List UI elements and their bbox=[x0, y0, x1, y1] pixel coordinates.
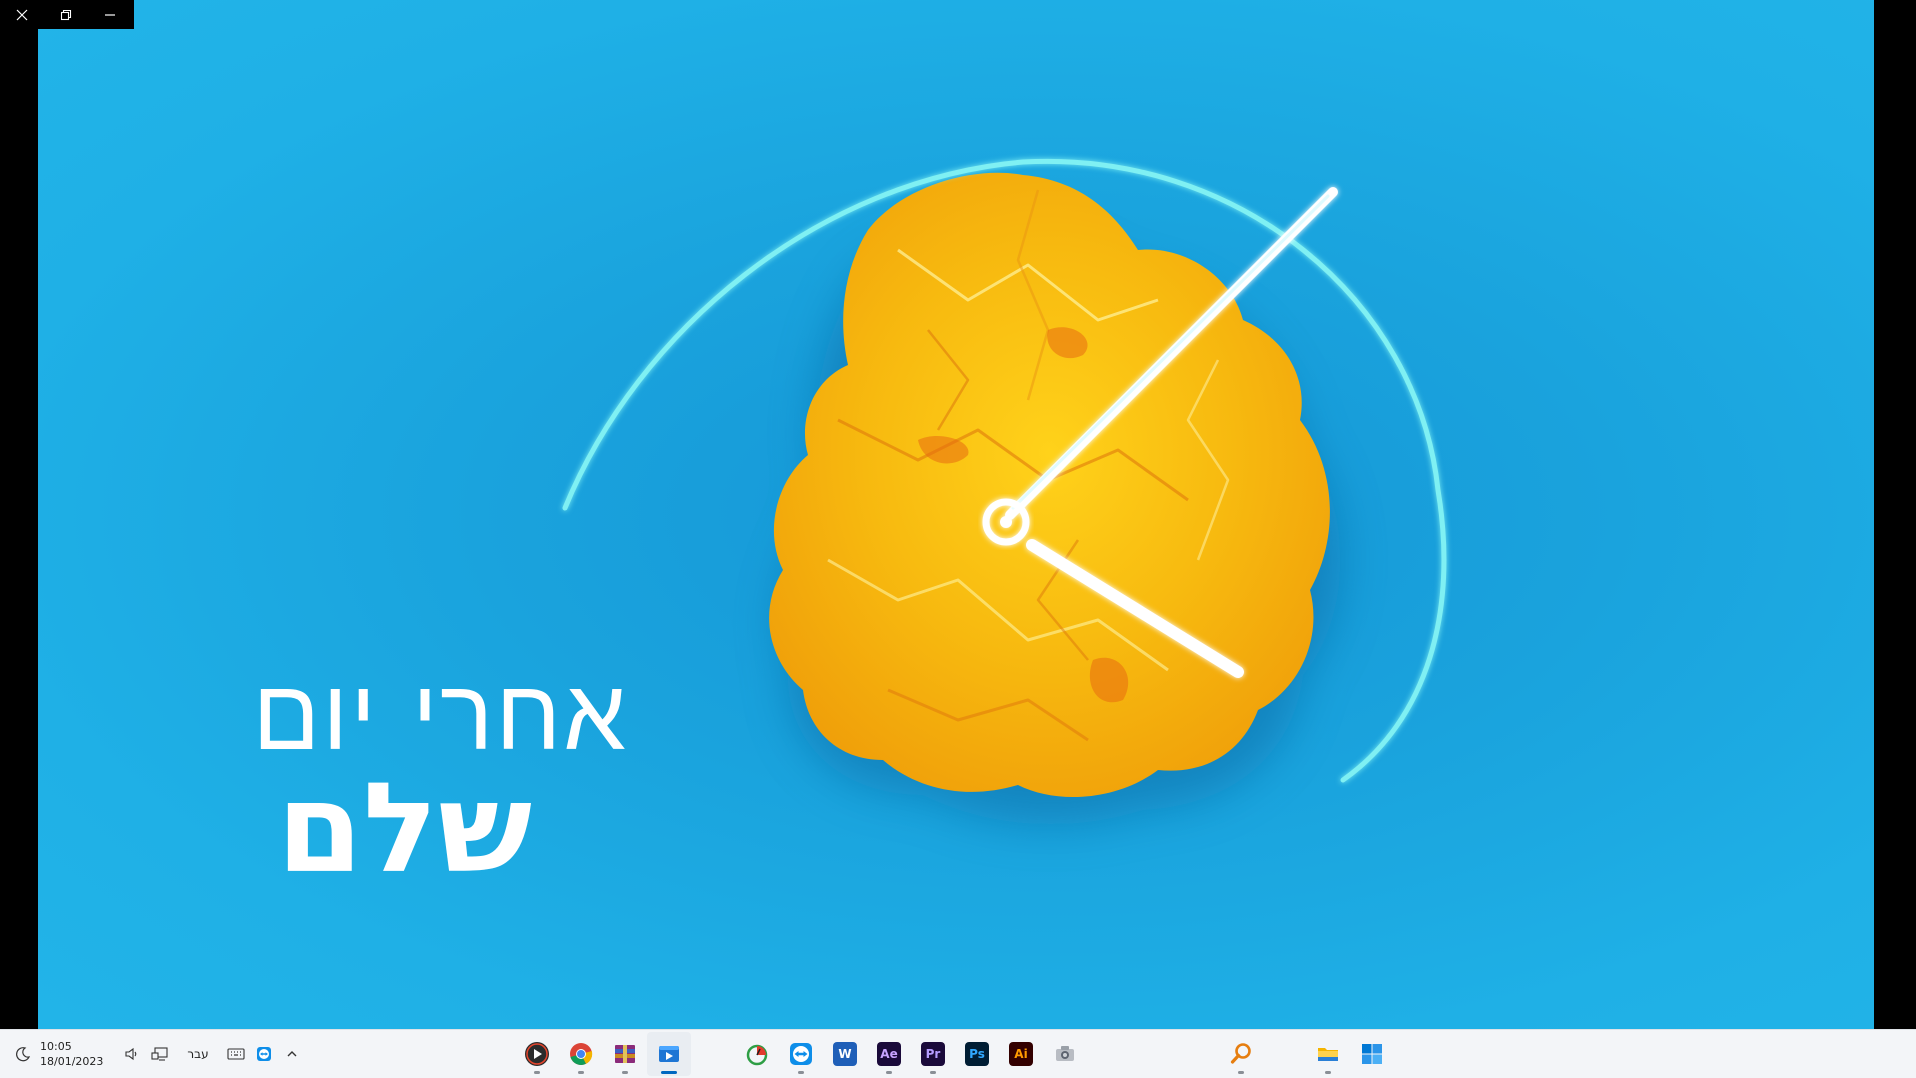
taskbar-app-file-explorer[interactable] bbox=[1306, 1032, 1350, 1076]
taskbar-apps-group-2: W Ae Pr Ps Ai bbox=[735, 1030, 1087, 1078]
teamviewer-tray-button[interactable] bbox=[251, 1041, 277, 1067]
volume-icon bbox=[125, 1047, 137, 1061]
media-player-icon bbox=[525, 1042, 549, 1066]
network-icon bbox=[151, 1047, 168, 1061]
running-indicator bbox=[622, 1071, 628, 1074]
keyboard-icon bbox=[227, 1048, 245, 1060]
title-line-2: שלם bbox=[276, 757, 532, 901]
chrome-icon bbox=[570, 1043, 593, 1065]
minimize-icon bbox=[105, 13, 115, 16]
show-hidden-icons-button[interactable] bbox=[279, 1041, 305, 1067]
taskbar-app-after-effects[interactable]: Ae bbox=[867, 1032, 911, 1076]
taskbar-apps-group-3 bbox=[1219, 1030, 1263, 1078]
camera-icon bbox=[1056, 1046, 1074, 1061]
show-title: אחרי יום שלם bbox=[148, 656, 628, 901]
winrar-icon bbox=[615, 1045, 635, 1063]
clock-date: 18/01/2023 bbox=[40, 1055, 104, 1068]
chevron-up-icon bbox=[287, 1051, 297, 1057]
teamviewer-icon bbox=[790, 1043, 812, 1065]
taskbar-apps-group-4 bbox=[1306, 1030, 1394, 1078]
premiere-icon: Pr bbox=[921, 1042, 945, 1066]
stopwatch-icon bbox=[746, 1044, 768, 1066]
search-icon bbox=[1230, 1043, 1251, 1064]
video-frame[interactable]: אחרי יום שלם bbox=[38, 0, 1874, 1029]
moon-icon bbox=[16, 1047, 31, 1062]
network-button[interactable] bbox=[147, 1041, 173, 1067]
taskbar-app-camera[interactable] bbox=[1043, 1032, 1087, 1076]
window-controls bbox=[0, 0, 134, 29]
crumpled-paper bbox=[769, 172, 1330, 798]
touch-keyboard-button[interactable] bbox=[223, 1041, 249, 1067]
after-effects-icon: Ae bbox=[877, 1042, 901, 1066]
running-indicator bbox=[798, 1071, 804, 1074]
windows-icon bbox=[1362, 1044, 1382, 1064]
taskbar-app-illustrator[interactable]: Ai bbox=[999, 1032, 1043, 1076]
video-player-icon bbox=[659, 1046, 679, 1062]
taskbar-app-media-player[interactable] bbox=[515, 1032, 559, 1076]
taskbar-apps bbox=[515, 1030, 691, 1078]
close-button[interactable] bbox=[0, 0, 44, 29]
taskbar-app-stopwatch[interactable] bbox=[735, 1032, 779, 1076]
taskbar-app-search[interactable] bbox=[1219, 1032, 1263, 1076]
taskbar-app-video-player[interactable] bbox=[647, 1032, 691, 1076]
close-icon bbox=[16, 9, 28, 20]
title-line-1: אחרי יום bbox=[252, 656, 628, 773]
system-tray: 10:05 18/01/2023 עבר bbox=[10, 1030, 307, 1078]
focus-assist-button[interactable] bbox=[10, 1041, 36, 1067]
clock-time: 10:05 bbox=[40, 1040, 72, 1053]
folder-icon bbox=[1318, 1048, 1338, 1061]
word-icon: W bbox=[833, 1042, 857, 1066]
start-button[interactable] bbox=[1350, 1032, 1394, 1076]
restore-icon bbox=[60, 9, 72, 20]
taskbar-app-winrar[interactable] bbox=[603, 1032, 647, 1076]
running-indicator bbox=[661, 1071, 677, 1074]
photoshop-icon: Ps bbox=[965, 1042, 989, 1066]
taskbar-app-word[interactable]: W bbox=[823, 1032, 867, 1076]
taskbar-app-photoshop[interactable]: Ps bbox=[955, 1032, 999, 1076]
running-indicator bbox=[886, 1071, 892, 1074]
volume-button[interactable] bbox=[119, 1041, 145, 1067]
input-language[interactable]: עבר bbox=[187, 1047, 208, 1061]
restore-button[interactable] bbox=[44, 0, 88, 29]
minimize-button[interactable] bbox=[88, 0, 132, 29]
taskbar: 10:05 18/01/2023 עבר W Ae Pr Ps Ai bbox=[0, 1029, 1916, 1078]
taskbar-app-premiere[interactable]: Pr bbox=[911, 1032, 955, 1076]
running-indicator bbox=[578, 1071, 584, 1074]
illustrator-icon: Ai bbox=[1009, 1042, 1033, 1066]
running-indicator bbox=[930, 1071, 936, 1074]
teamviewer-tray-icon bbox=[256, 1047, 271, 1061]
running-indicator bbox=[534, 1071, 540, 1074]
running-indicator bbox=[1325, 1071, 1331, 1074]
running-indicator bbox=[1238, 1071, 1244, 1074]
taskbar-app-chrome[interactable] bbox=[559, 1032, 603, 1076]
clock[interactable]: 10:05 18/01/2023 bbox=[40, 1039, 103, 1069]
taskbar-app-teamviewer[interactable] bbox=[779, 1032, 823, 1076]
